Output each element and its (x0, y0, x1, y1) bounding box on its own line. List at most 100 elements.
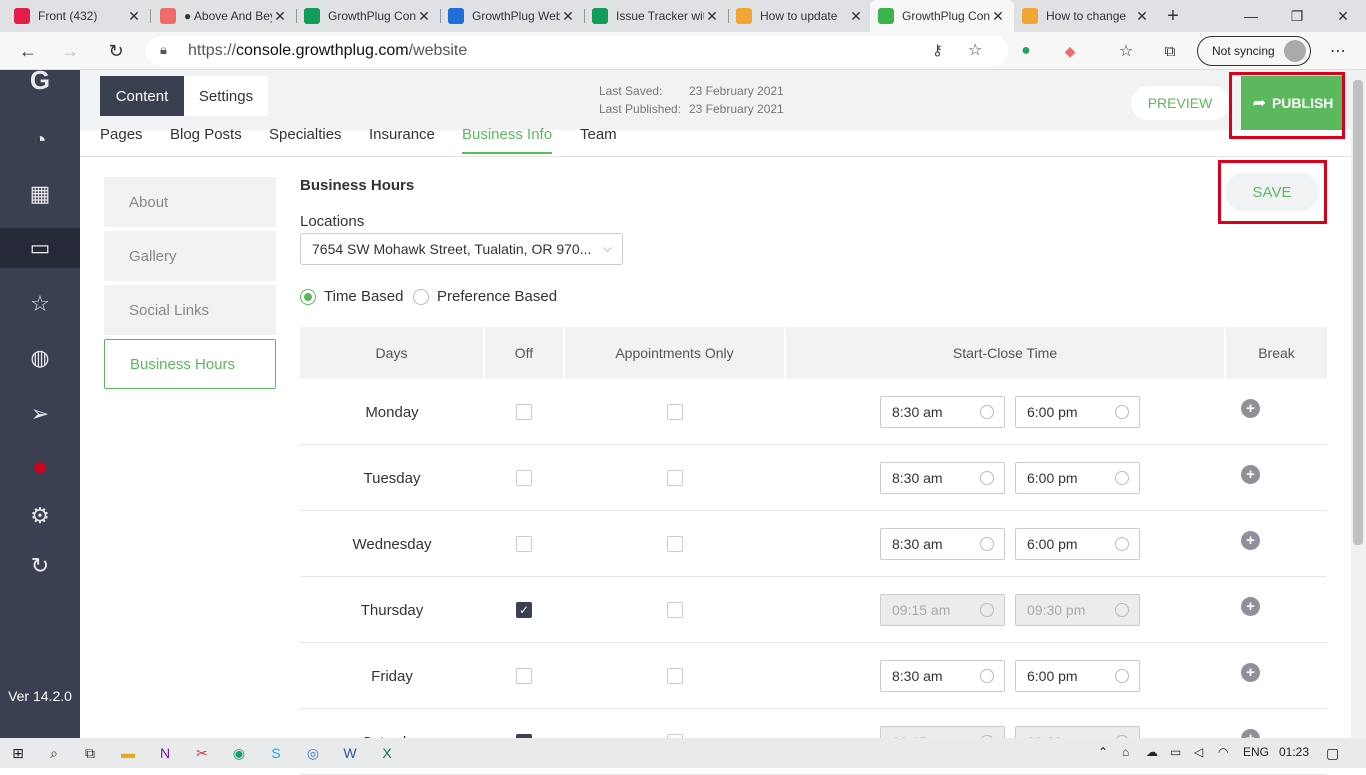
grammarly-icon[interactable]: ● (1012, 37, 1040, 65)
word-icon[interactable]: W (340, 743, 360, 763)
time-based-radio[interactable]: Time Based (300, 288, 403, 305)
file-explorer-icon[interactable]: ▬ (118, 743, 138, 763)
tab-close-icon[interactable]: ✕ (704, 8, 720, 25)
chrome-icon[interactable]: ◎ (303, 743, 323, 763)
battery-icon[interactable]: ▭ (1170, 745, 1181, 759)
sidebar-item-logo[interactable]: G (0, 60, 80, 100)
off-checkbox[interactable]: ✓ (516, 602, 532, 618)
notifications-icon[interactable]: ▢ (1326, 745, 1339, 762)
tray-chevron-icon[interactable]: ⌃ (1098, 745, 1108, 759)
browser-tab[interactable]: How to change ✕ (1014, 0, 1158, 32)
volume-icon[interactable]: ◁ (1194, 745, 1203, 759)
appointments-only-checkbox[interactable] (667, 470, 683, 486)
close-time-input[interactable]: 09:30 pm (1015, 594, 1140, 626)
tab-team[interactable]: Team (580, 126, 617, 154)
close-time-input[interactable]: 6:00 pm (1015, 462, 1140, 494)
add-break-icon[interactable]: + (1241, 663, 1260, 682)
close-time-input[interactable]: 6:00 pm (1015, 660, 1140, 692)
snipping-tool-icon[interactable]: ✂ (192, 743, 212, 763)
start-time-input[interactable]: 8:30 am (880, 660, 1005, 692)
window-close-button[interactable]: ✕ (1320, 0, 1366, 32)
onenote-icon[interactable]: N (155, 743, 175, 763)
content-toggle-button[interactable]: Content (100, 76, 184, 116)
sidebar-item-brand[interactable]: ● (0, 446, 80, 486)
off-checkbox[interactable] (516, 404, 532, 420)
preview-button[interactable]: PREVIEW (1131, 86, 1229, 120)
sidebar-item-website[interactable]: ▭ (0, 228, 80, 268)
appointments-only-checkbox[interactable] (667, 536, 683, 552)
more-menu-icon[interactable]: ⋯ (1324, 37, 1352, 65)
add-break-icon[interactable]: + (1241, 399, 1260, 418)
key-icon[interactable]: ⚷ (932, 41, 943, 59)
off-checkbox[interactable] (516, 470, 532, 486)
browser-tab[interactable]: How to update ✕ (728, 0, 872, 32)
edge-icon[interactable]: ◉ (229, 743, 249, 763)
browser-tab[interactable]: Front (432) ✕ (6, 0, 150, 32)
new-tab-button[interactable]: + (1150, 0, 1196, 32)
browser-tab[interactable]: Issue Tracker with ✕ (584, 0, 728, 32)
maximize-button[interactable]: ❐ (1274, 0, 1320, 32)
skype-icon[interactable]: S (266, 743, 286, 763)
sidebar-item-logout[interactable]: ↻ (0, 546, 80, 586)
scrollbar-thumb[interactable] (1353, 80, 1363, 545)
tab-blog-posts[interactable]: Blog Posts (170, 126, 242, 154)
appointments-only-checkbox[interactable] (667, 602, 683, 618)
add-favorite-icon[interactable]: ☆ (968, 40, 982, 60)
tab-close-icon[interactable]: ✕ (416, 8, 432, 25)
start-time-input[interactable]: 8:30 am (880, 528, 1005, 560)
tab-close-icon[interactable]: ✕ (990, 8, 1006, 25)
sidebar-item-calendar[interactable]: ▦ (0, 174, 80, 214)
add-break-icon[interactable]: + (1241, 465, 1260, 484)
language-indicator[interactable]: ENG (1243, 745, 1269, 759)
extension-icon[interactable]: ◆ (1056, 37, 1084, 65)
add-break-icon[interactable]: + (1241, 531, 1260, 550)
sync-button[interactable]: Not syncing (1197, 36, 1311, 66)
preference-based-radio[interactable]: Preference Based (413, 288, 557, 305)
clock[interactable]: 01:23 (1279, 745, 1309, 759)
close-time-input[interactable]: 6:00 pm (1015, 528, 1140, 560)
tab-close-icon[interactable]: ✕ (848, 8, 864, 25)
start-time-input[interactable]: 09:15 am (880, 594, 1005, 626)
tab-close-icon[interactable]: ✕ (1134, 8, 1150, 25)
browser-tab[interactable]: GrowthPlug Console✕ (870, 0, 1014, 32)
tab-close-icon[interactable]: ✕ (272, 8, 288, 25)
search-icon[interactable]: ⌕ (44, 743, 64, 763)
nav-item-business-hours[interactable]: Business Hours (104, 339, 276, 389)
location-select[interactable]: 7654 SW Mohawk Street, Tualatin, OR 970.… (300, 233, 623, 265)
minimize-button[interactable]: — (1228, 0, 1274, 32)
start-time-input[interactable]: 8:30 am (880, 396, 1005, 428)
tab-pages[interactable]: Pages (100, 126, 143, 154)
task-view-icon[interactable]: ⧉ (80, 743, 100, 763)
nav-item-about[interactable]: About (104, 177, 276, 227)
tab-close-icon[interactable]: ✕ (560, 8, 576, 25)
off-checkbox[interactable] (516, 536, 532, 552)
excel-icon[interactable]: X (377, 743, 397, 763)
settings-toggle-button[interactable]: Settings (184, 76, 268, 116)
sidebar-item-send[interactable]: ➢ (0, 394, 80, 434)
start-time-input[interactable]: 8:30 am (880, 462, 1005, 494)
add-break-icon[interactable]: + (1241, 597, 1260, 616)
tab-close-icon[interactable]: ✕ (126, 8, 142, 25)
tab-specialties[interactable]: Specialties (269, 126, 342, 154)
sidebar-item-globe[interactable]: ◍ (0, 338, 80, 378)
tab-insurance[interactable]: Insurance (369, 126, 435, 154)
browser-tab[interactable]: GrowthPlug Website✕ (440, 0, 584, 32)
nav-item-social-links[interactable]: Social Links (104, 285, 276, 335)
sidebar-item-gear[interactable]: ⚙ (0, 496, 80, 536)
address-bar[interactable]: 🔒︎ https://console.growthplug.com/websit… (146, 36, 1008, 66)
appointments-only-checkbox[interactable] (667, 668, 683, 684)
browser-tab[interactable]: GrowthPlug Content✕ (296, 0, 440, 32)
off-checkbox[interactable] (516, 668, 532, 684)
appointments-only-checkbox[interactable] (667, 404, 683, 420)
browser-tab[interactable]: ● Above And Beyond✕ (152, 0, 296, 32)
nav-item-gallery[interactable]: Gallery (104, 231, 276, 281)
tray-meet-icon[interactable]: ⌂ (1122, 745, 1129, 759)
favorites-icon[interactable]: ☆ (1112, 37, 1140, 65)
close-time-input[interactable]: 6:00 pm (1015, 396, 1140, 428)
tab-business-info[interactable]: Business Info (462, 126, 553, 154)
sidebar-item-dashboard[interactable]: ◔ (0, 120, 80, 160)
collections-icon[interactable]: ⧉ (1156, 37, 1184, 65)
windows-start-icon[interactable]: ⊞ (8, 743, 28, 763)
onedrive-icon[interactable]: ☁ (1146, 745, 1158, 759)
wifi-icon[interactable]: ◠ (1218, 745, 1228, 759)
